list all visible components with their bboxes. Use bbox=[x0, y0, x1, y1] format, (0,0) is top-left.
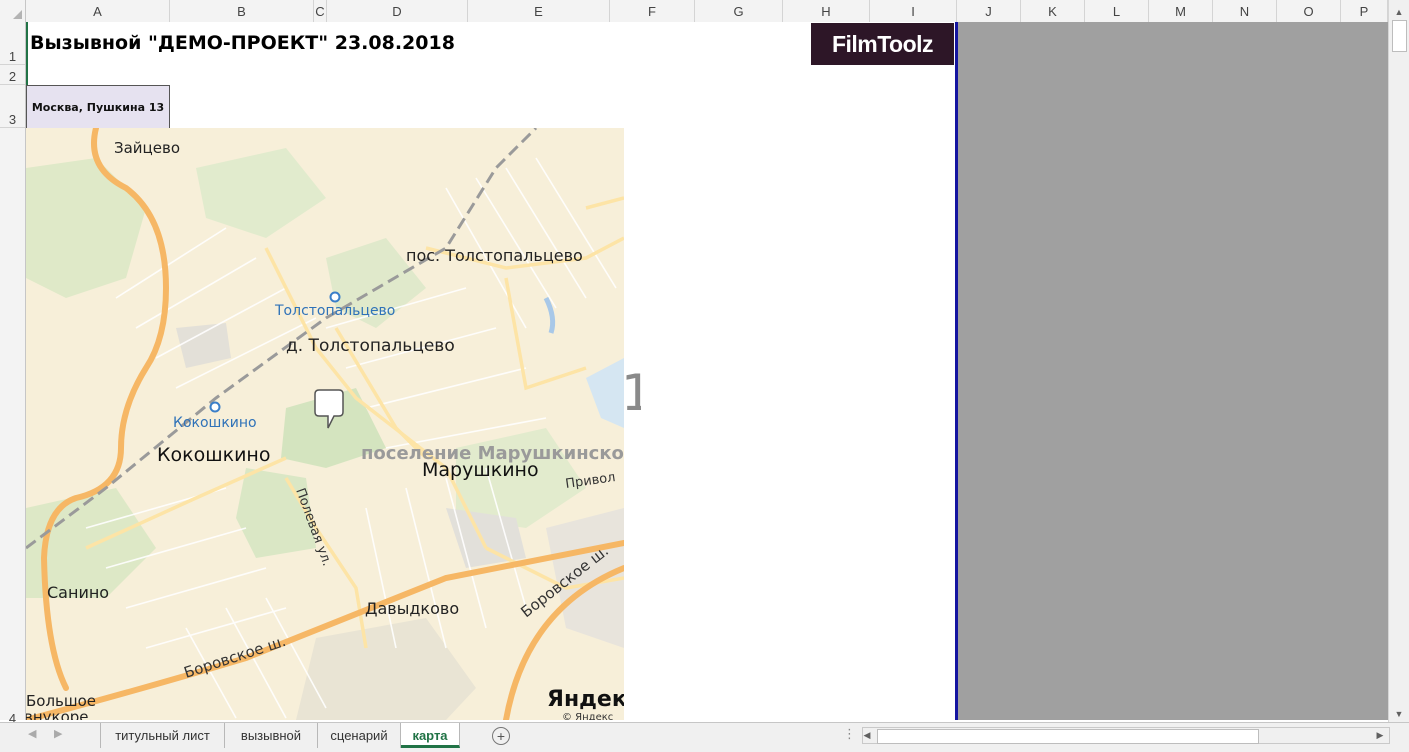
column-header-g[interactable]: G bbox=[695, 0, 783, 22]
horizontal-scrollbar[interactable]: ◀ ▶ bbox=[862, 727, 1390, 744]
add-sheet-icon[interactable]: + bbox=[492, 727, 510, 745]
vertical-scroll-thumb[interactable] bbox=[1392, 20, 1407, 52]
map-label-kokoshkino: Кокошкино bbox=[157, 444, 270, 466]
tab-nav-next-icon[interactable]: ▶ bbox=[54, 727, 62, 740]
map-label-sanino: Санино bbox=[47, 583, 109, 602]
column-header-l[interactable]: L bbox=[1085, 0, 1149, 22]
tab-vyzyvnoy[interactable]: вызывной bbox=[225, 723, 318, 748]
select-all-corner[interactable] bbox=[0, 0, 26, 22]
tab-titulny-list[interactable]: титульный лист bbox=[100, 723, 225, 748]
yandex-logo: Яндекс bbox=[547, 687, 624, 712]
tab-nav-prev-icon[interactable]: ◀ bbox=[28, 727, 36, 740]
sheet-title[interactable]: Вызывной "ДЕМО-ПРОЕКТ" 23.08.2018 bbox=[30, 32, 455, 54]
row-header-2[interactable]: 2 bbox=[0, 65, 25, 85]
map-label-station-tolstopaltsevo: Толстопальцево bbox=[274, 303, 395, 319]
row-header-1[interactable]: 1 bbox=[0, 22, 25, 65]
column-header-d[interactable]: D bbox=[327, 0, 468, 22]
column-header-a[interactable]: A bbox=[26, 0, 170, 22]
column-header-f[interactable]: F bbox=[610, 0, 695, 22]
page-break-line bbox=[955, 22, 958, 720]
select-all-icon bbox=[13, 10, 22, 19]
scroll-right-icon[interactable]: ▶ bbox=[1373, 727, 1387, 743]
column-header-p[interactable]: P bbox=[1341, 0, 1388, 22]
column-header-j[interactable]: J bbox=[957, 0, 1021, 22]
address-cell[interactable]: Москва, Пушкина 13 bbox=[26, 85, 170, 128]
column-header-e[interactable]: E bbox=[468, 0, 610, 22]
map-label-zaytsevo: Зайцево bbox=[114, 139, 180, 157]
filmtoolz-logo: FilmToolz bbox=[811, 23, 954, 65]
map-label-station-kokoshkino: Кокошкино bbox=[173, 415, 257, 431]
map-label-marushkino: Марушкино bbox=[422, 459, 539, 481]
location-map[interactable]: Зайцево пос. Толстопальцево Толстопальце… bbox=[26, 128, 624, 720]
tab-karta[interactable]: карта bbox=[401, 723, 460, 748]
column-header-i[interactable]: I bbox=[870, 0, 957, 22]
column-header-m[interactable]: M bbox=[1149, 0, 1213, 22]
map-label-pos-tolstopaltsevo: пос. Толстопальцево bbox=[406, 246, 583, 265]
tab-stsenariy[interactable]: сценарий bbox=[318, 723, 401, 748]
horizontal-scroll-thumb[interactable] bbox=[877, 729, 1259, 744]
column-header-n[interactable]: N bbox=[1213, 0, 1277, 22]
map-image: Зайцево пос. Толстопальцево Толстопальце… bbox=[26, 128, 624, 720]
sheet-tab-bar: ◀ ▶ титульный лист вызывной сценарий кар… bbox=[0, 722, 1409, 752]
map-label-davydkovo: Давыдково bbox=[365, 599, 459, 618]
row-header-4[interactable]: 4 bbox=[0, 128, 25, 726]
row-header-3[interactable]: 3 bbox=[0, 85, 25, 128]
tab-split-handle-icon[interactable]: ⋮ bbox=[843, 726, 856, 742]
page-number-watermark: 1 bbox=[621, 365, 641, 421]
row-header-bar: 1 2 3 4 bbox=[0, 22, 26, 726]
outside-print-area[interactable] bbox=[957, 22, 1388, 720]
column-header-k[interactable]: K bbox=[1021, 0, 1085, 22]
scroll-left-icon[interactable]: ◀ bbox=[860, 727, 874, 743]
column-header-b[interactable]: B bbox=[170, 0, 314, 22]
map-copyright: © Яндекс bbox=[562, 712, 613, 720]
scroll-down-icon[interactable]: ▼ bbox=[1389, 706, 1409, 722]
map-label-vnukovo-part: внукоре bbox=[26, 708, 89, 720]
column-header-bar: A B C D E F G H I J K L M N O P bbox=[0, 0, 1388, 23]
scroll-up-icon[interactable]: ▲ bbox=[1389, 4, 1409, 20]
column-header-o[interactable]: O bbox=[1277, 0, 1341, 22]
vertical-scrollbar[interactable]: ▲ ▼ bbox=[1388, 0, 1409, 722]
column-header-c[interactable]: C bbox=[314, 0, 327, 22]
column-header-h[interactable]: H bbox=[783, 0, 870, 22]
map-label-d-tolstopaltsevo: д. Толстопальцево bbox=[286, 336, 455, 356]
